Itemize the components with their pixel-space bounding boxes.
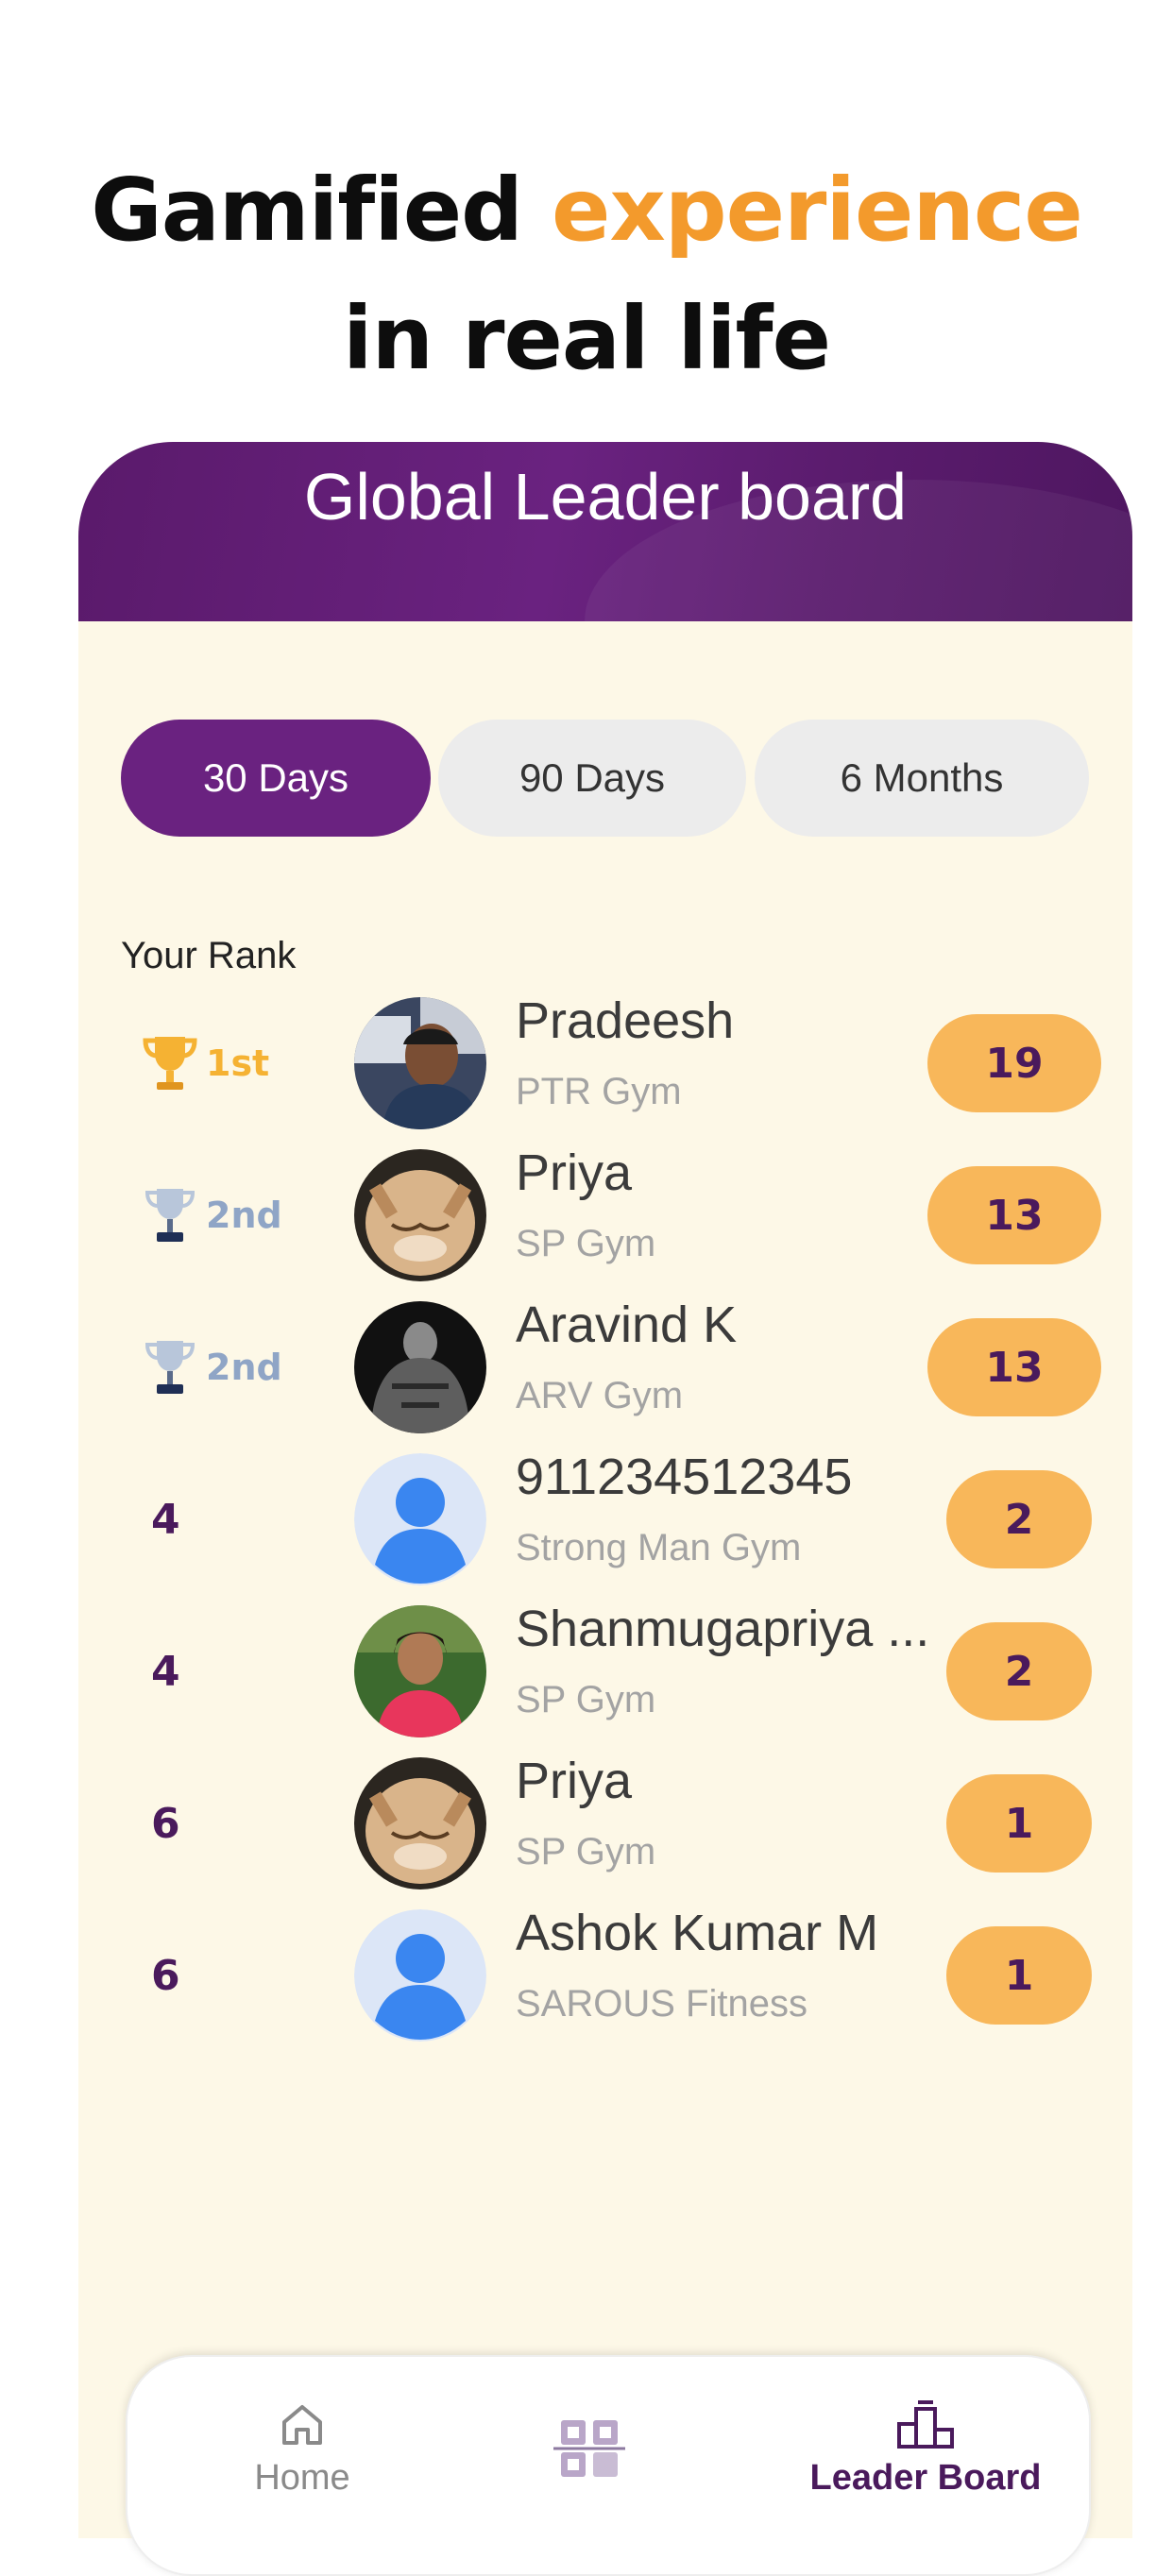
nav-home-label: Home xyxy=(254,2457,350,2498)
tab-30-days[interactable]: 30 Days xyxy=(121,720,431,837)
avatar xyxy=(354,997,486,1129)
nav-leaderboard[interactable]: Leader Board xyxy=(789,2357,1062,2540)
member-name: Ashok Kumar M xyxy=(516,1905,879,1961)
rank-badge: 6 xyxy=(151,1951,180,2000)
leaderboard-row[interactable]: 4 Shanmugapriya ... SP Gym 2 xyxy=(0,1596,1173,1747)
app-header: Global Leader board xyxy=(78,442,1132,621)
member-gym: ARV Gym xyxy=(516,1375,684,1416)
silver-trophy-icon xyxy=(144,1341,196,1394)
rank-badge: 4 xyxy=(151,1495,180,1544)
rank-badge: 2nd xyxy=(142,1140,282,1291)
member-name: Aravind K xyxy=(516,1296,738,1353)
page-title: Global Leader board xyxy=(303,460,908,534)
score-badge: 2 xyxy=(946,1622,1092,1720)
rank-badge: 4 xyxy=(151,1647,180,1696)
qr-scan-icon xyxy=(553,2420,625,2477)
nav-home[interactable]: Home xyxy=(194,2357,411,2540)
default-user-icon xyxy=(354,1453,486,1585)
rank-badge: 2nd xyxy=(142,1292,282,1443)
leaderboard-row[interactable]: 4 911234512345 Strong Man Gym 2 xyxy=(0,1444,1173,1595)
promo-headline: Gamified experience in real life xyxy=(0,146,1173,403)
leaderboard-row[interactable]: 6 Priya SP Gym 1 xyxy=(0,1748,1173,1899)
member-gym: SAROUS Fitness xyxy=(516,1983,808,2025)
score-badge: 2 xyxy=(946,1470,1092,1568)
home-icon xyxy=(282,2404,322,2445)
member-name: Priya xyxy=(516,1144,633,1201)
avatar xyxy=(354,1149,486,1281)
member-name: 911234512345 xyxy=(516,1449,853,1505)
nav-scan[interactable] xyxy=(481,2357,698,2540)
tab-90-days[interactable]: 90 Days xyxy=(438,720,746,837)
silver-trophy-icon xyxy=(144,1189,196,1242)
tab-6-months[interactable]: 6 Months xyxy=(755,720,1089,837)
leaderboard-row[interactable]: 2nd Aravind K ARV Gym 13 xyxy=(0,1292,1173,1443)
default-user-icon xyxy=(354,1909,486,2042)
avatar xyxy=(354,1301,486,1433)
bottom-nav: Home Leader Board xyxy=(126,2355,1091,2576)
score-badge: 1 xyxy=(946,1926,1092,2025)
member-name: Shanmugapriya ... xyxy=(516,1601,930,1657)
rank-badge: 1st xyxy=(142,988,269,1139)
member-gym: SP Gym xyxy=(516,1223,656,1264)
score-badge: 19 xyxy=(927,1014,1101,1112)
member-name: Priya xyxy=(516,1753,633,1809)
headline-line1: Gamified experience xyxy=(91,160,1083,261)
member-gym: PTR Gym xyxy=(516,1071,682,1112)
leaderboard-row[interactable]: 1st Pradeesh PTR Gym 19 xyxy=(0,988,1173,1139)
leaderboard-icon xyxy=(897,2399,954,2449)
score-badge: 13 xyxy=(927,1166,1101,1264)
member-name: Pradeesh xyxy=(516,992,735,1049)
avatar xyxy=(354,1605,486,1737)
avatar xyxy=(354,1757,486,1890)
member-gym: Strong Man Gym xyxy=(516,1527,802,1568)
leaderboard-row[interactable]: 2nd Priya SP Gym 13 xyxy=(0,1140,1173,1291)
headline-line2: in real life xyxy=(343,288,831,389)
member-gym: SP Gym xyxy=(516,1679,656,1720)
gold-trophy-icon xyxy=(143,1037,197,1090)
rank-badge: 6 xyxy=(151,1799,180,1848)
score-badge: 1 xyxy=(946,1774,1092,1873)
leaderboard-row[interactable]: 6 Ashok Kumar M SAROUS Fitness 1 xyxy=(0,1900,1173,2051)
nav-leaderboard-label: Leader Board xyxy=(809,2457,1042,2498)
your-rank-label: Your Rank xyxy=(121,935,297,976)
headline-accent: experience xyxy=(552,160,1083,261)
score-badge: 13 xyxy=(927,1318,1101,1416)
member-gym: SP Gym xyxy=(516,1831,656,1873)
